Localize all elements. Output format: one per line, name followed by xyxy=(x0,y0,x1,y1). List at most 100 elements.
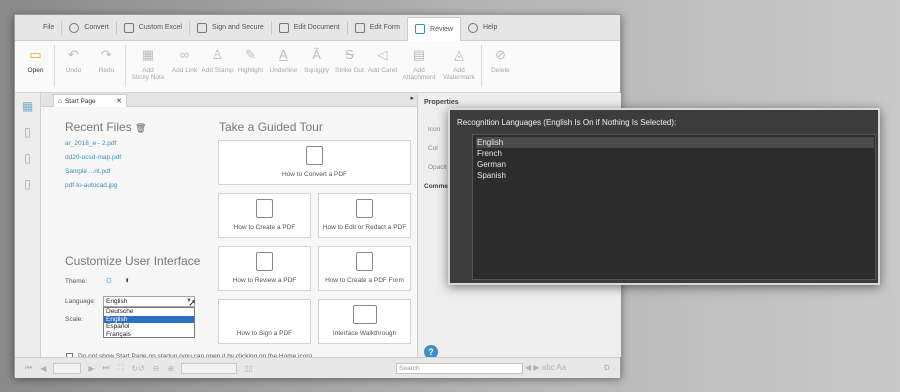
thumbnails-icon[interactable]: ▦ xyxy=(21,99,35,113)
recognition-languages-dialog: Recognition Languages (English Is On if … xyxy=(448,108,880,285)
toolbar-separator xyxy=(125,45,126,87)
menu-review[interactable]: Review xyxy=(407,16,461,41)
language-select[interactable]: English ▼ xyxy=(103,296,195,307)
language-item-french[interactable]: French xyxy=(476,148,874,159)
highlight-icon: ✎ xyxy=(245,47,256,62)
opacity-label: Opacit xyxy=(428,164,447,171)
add-stamp-button[interactable]: ♙ Add Stamp xyxy=(201,45,234,74)
menu-convert[interactable]: Convert xyxy=(62,17,116,39)
recent-files-title: Recent Files 🗑 xyxy=(65,120,147,134)
pen-icon xyxy=(196,22,207,33)
next-page-icon[interactable]: ▶ xyxy=(88,364,94,373)
caret-icon: ◁ xyxy=(377,47,388,62)
strike-out-button[interactable]: S Strike Out xyxy=(333,45,366,74)
last-page-icon[interactable]: ⏭ xyxy=(103,363,110,373)
tab-strip: ⌂ Start Page ✕ ▸ xyxy=(41,93,417,107)
tour-card-review[interactable]: How to Review a PDF xyxy=(218,246,311,291)
tour-card-convert[interactable]: How to Convert a PDF xyxy=(218,140,411,185)
brightness-icon[interactable]: ☼ xyxy=(602,361,612,373)
bookmarks-icon[interactable]: ▯ xyxy=(21,151,35,165)
menu-custom-excel[interactable]: Custom Excel xyxy=(117,17,189,39)
folder-icon: ▭ xyxy=(29,47,42,62)
tab-start-page[interactable]: ⌂ Start Page ✕ xyxy=(53,94,127,107)
undo-button[interactable]: ↶ Undo xyxy=(57,45,90,74)
edit-document-icon xyxy=(356,199,373,218)
collapse-panel-icon[interactable]: ▸ xyxy=(410,94,414,102)
edit-document-icon xyxy=(278,22,289,33)
search-input[interactable]: Search xyxy=(396,363,523,374)
dialog-title: Recognition Languages (English Is On if … xyxy=(457,118,677,127)
language-label: Language: xyxy=(65,298,96,305)
dark-theme-icon[interactable]: ◐ xyxy=(125,275,131,286)
tour-card-edit-redact[interactable]: How to Edit or Redact a PDF xyxy=(318,193,411,238)
language-option-selected[interactable]: English xyxy=(104,315,194,323)
language-item-spanish[interactable]: Spanish xyxy=(476,170,874,181)
delete-icon: ⊘ xyxy=(495,47,506,62)
language-list: English French German Spanish xyxy=(472,134,876,280)
toolbar-separator xyxy=(54,45,55,87)
tour-card-create[interactable]: How to Create a PDF xyxy=(218,193,311,238)
add-sticky-note-button[interactable]: ▦ Add Sticky Note xyxy=(128,45,168,81)
link-icon: ∞ xyxy=(179,47,190,62)
prev-page-icon[interactable]: ◀ xyxy=(40,364,46,373)
page-number-field[interactable] xyxy=(53,362,82,374)
create-document-icon xyxy=(256,199,273,218)
language-item-english[interactable]: English xyxy=(476,137,874,148)
stamp-icon: ♙ xyxy=(211,47,224,62)
file-icon xyxy=(28,23,38,33)
open-button[interactable]: ▭ Open xyxy=(19,45,52,74)
fit-page-icon[interactable]: ⛶ xyxy=(118,363,124,373)
close-icon[interactable]: ✕ xyxy=(116,97,122,105)
recent-file-link[interactable]: Sample ...nt.pdf xyxy=(65,168,111,175)
help-icon xyxy=(467,22,478,33)
menu-file[interactable]: File xyxy=(21,17,61,39)
underline-button[interactable]: A Underline xyxy=(267,45,300,74)
properties-title: Properties xyxy=(424,99,459,106)
mouse-cursor-icon: ➚ xyxy=(188,298,197,309)
search-options-icon[interactable]: ◀ ▶ abc Aa xyxy=(525,363,566,372)
convert-icon xyxy=(69,22,80,33)
zoom-out-icon[interactable]: ⊖ xyxy=(153,364,160,373)
language-item-german[interactable]: German xyxy=(476,159,874,170)
add-caret-button[interactable]: ◁ Add Caret xyxy=(366,45,399,74)
pages-icon[interactable]: ▯ xyxy=(21,125,35,139)
menu-help[interactable]: Help xyxy=(461,17,504,39)
redo-button[interactable]: ↷ Redo xyxy=(90,45,123,74)
add-link-button[interactable]: ∞ Add Link xyxy=(168,45,201,74)
layout-icon[interactable]: ▯▯ xyxy=(244,364,253,373)
add-watermark-button[interactable]: ◬ Add Watermark xyxy=(439,45,479,81)
zoom-in-icon[interactable]: ⊕ xyxy=(167,364,174,373)
language-option[interactable]: Deutsche xyxy=(104,308,194,316)
home-icon: ⌂ xyxy=(58,97,62,105)
signature-icon xyxy=(256,305,273,324)
zoom-select[interactable] xyxy=(181,362,238,374)
tour-card-sign[interactable]: How to Sign a PDF xyxy=(218,299,311,344)
undo-icon: ↶ xyxy=(68,47,79,62)
tour-card-create-form[interactable]: How to Create a PDF Form xyxy=(318,246,411,291)
language-option[interactable]: Français xyxy=(104,331,194,339)
squiggly-icon: Ã xyxy=(312,47,321,62)
rotate-icon[interactable]: ↻↺ xyxy=(131,364,144,373)
tour-card-walkthrough[interactable]: Interface Walkthrough xyxy=(318,299,411,344)
light-theme-icon[interactable]: ☼ xyxy=(104,274,114,286)
menu-sign-secure[interactable]: Sign and Secure xyxy=(190,17,271,39)
recent-file-link[interactable]: dd20-ucsd-map.pdf xyxy=(65,154,121,161)
menu-edit-document[interactable]: Edit Document xyxy=(272,17,347,39)
menu-bar: File Convert Custom Excel Sign and Secur… xyxy=(15,15,620,41)
attachments-icon[interactable]: ▯ xyxy=(21,177,35,191)
toolbar-separator xyxy=(481,45,482,87)
menu-edit-form[interactable]: Edit Form xyxy=(348,17,407,39)
first-page-icon[interactable]: ⏮ xyxy=(25,363,32,373)
highlight-button[interactable]: ✎ Highlight xyxy=(234,45,267,74)
trash-icon[interactable]: 🗑 xyxy=(135,123,146,133)
recent-file-link[interactable]: pdf-to-autocad.jpg xyxy=(65,182,117,189)
delete-button[interactable]: ⊘ Delete xyxy=(484,45,517,74)
theme-label: Theme: xyxy=(65,278,88,285)
recent-file-link[interactable]: ar_2018_e - 2.pdf xyxy=(65,140,116,147)
excel-icon xyxy=(123,22,134,33)
squiggly-button[interactable]: Ã Squiggly xyxy=(300,45,333,74)
review-icon xyxy=(415,24,426,34)
add-attachment-button[interactable]: ▤ Add Attachment xyxy=(399,45,439,81)
language-option[interactable]: Español xyxy=(104,323,194,331)
redo-icon: ↷ xyxy=(101,47,112,62)
